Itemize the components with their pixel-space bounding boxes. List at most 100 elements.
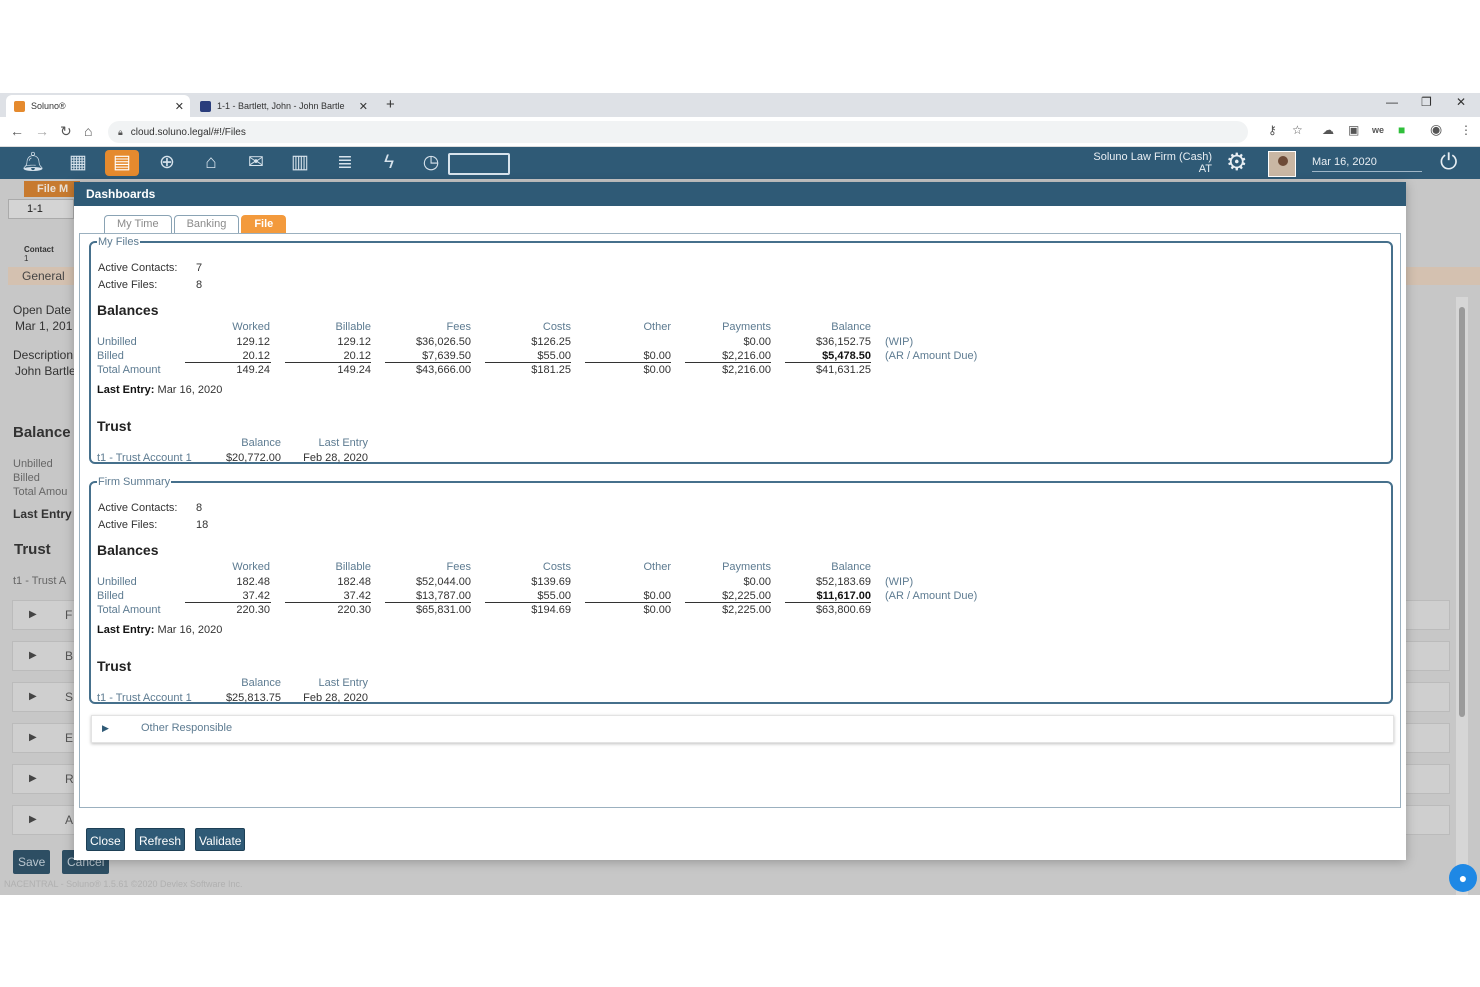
date-field[interactable]: Mar 16, 2020 xyxy=(1312,154,1422,172)
browser-tab-file[interactable]: 1-1 - Bartlett, John - John Bartle ✕ xyxy=(192,95,374,117)
green-extension-icon[interactable]: ■ xyxy=(1398,123,1405,137)
dashboard-icon[interactable]: ▦ xyxy=(65,150,91,176)
balances-heading: Balance xyxy=(13,424,71,441)
cell: 20.12 xyxy=(343,350,371,362)
url-field[interactable]: 🔒︎ cloud.soluno.legal/#!/Files xyxy=(108,121,1248,143)
total-underline xyxy=(785,362,871,363)
col-balance: Balance xyxy=(831,321,871,333)
bookmark-star-icon[interactable]: ☆ xyxy=(1292,123,1303,137)
screen: Soluno® ✕ 1-1 - Bartlett, John - John Ba… xyxy=(0,93,1480,895)
forward-icon[interactable]: → xyxy=(35,123,49,139)
dashboard-panel: My Files Active Contacts: 7 Active Files:… xyxy=(79,233,1401,808)
tab-file[interactable]: File xyxy=(241,215,287,233)
cell: $0.00 xyxy=(643,590,671,602)
scrollbar-thumb[interactable] xyxy=(1459,307,1465,717)
cell-ar-due: $5,478.50 xyxy=(822,350,871,362)
validate-button[interactable]: Validate xyxy=(195,828,246,851)
expand-icon: ▶ xyxy=(29,814,37,825)
cell: $0.00 xyxy=(743,336,771,348)
url-text: cloud.soluno.legal/#!/Files xyxy=(130,126,246,138)
last-entry-label: Last Entry xyxy=(13,507,72,521)
cell: 149.24 xyxy=(337,364,371,376)
description-value: John Bartle xyxy=(15,364,76,378)
cell: $63,800.69 xyxy=(815,604,871,616)
cell: $0.00 xyxy=(743,576,771,588)
accordion-label: S xyxy=(65,690,74,704)
total-underline xyxy=(685,602,771,603)
timer-icon[interactable]: ◷ xyxy=(418,150,444,176)
cell: $43,666.00 xyxy=(415,364,471,376)
mail-icon[interactable]: ✉ xyxy=(243,150,269,176)
avatar[interactable] xyxy=(1268,151,1296,177)
expand-icon: ▶ xyxy=(29,650,37,661)
browser-tab-title: Soluno® xyxy=(31,101,66,111)
expand-icon: ▶ xyxy=(29,732,37,743)
expand-icon: ▶ xyxy=(29,609,37,620)
other-responsible-accordion[interactable]: ▶ Other Responsible xyxy=(91,715,1394,743)
firm-name[interactable]: Soluno Law Firm (Cash) AT xyxy=(1060,151,1212,175)
cell: $2,216.00 xyxy=(722,350,771,362)
trust-col-balance: Balance xyxy=(241,677,281,689)
browser-tab-soluno[interactable]: Soluno® ✕ xyxy=(6,95,190,117)
key-icon[interactable]: ⚷ xyxy=(1268,123,1277,137)
trust-last-entry: Feb 28, 2020 xyxy=(303,692,368,704)
extension-icon[interactable]: ▣ xyxy=(1348,123,1359,137)
firm-name-text: Soluno Law Firm (Cash) xyxy=(1093,151,1212,163)
col-worked: Worked xyxy=(232,321,270,333)
restore-icon[interactable]: ❐ xyxy=(1421,95,1432,109)
total-amount-label: Total Amou xyxy=(13,486,68,498)
new-tab-icon[interactable]: + xyxy=(386,96,395,113)
save-button[interactable]: Save xyxy=(13,850,51,874)
add-icon[interactable]: ⊕ xyxy=(154,150,180,176)
profile-icon[interactable]: ◉ xyxy=(1430,121,1442,138)
col-billable: Billable xyxy=(335,561,371,573)
last-entry-value: Mar 16, 2020 xyxy=(157,624,223,636)
timer-display[interactable] xyxy=(448,153,510,175)
address-bar: ← → ↻ ⌂ 🔒︎ cloud.soluno.legal/#!/Files ⚷… xyxy=(0,117,1480,147)
cell: $52,044.00 xyxy=(415,576,471,588)
user-initials: AT xyxy=(1198,163,1212,175)
file-favicon-icon xyxy=(200,100,211,112)
open-date-label: Open Date xyxy=(13,303,72,317)
cloud-extension-icon[interactable]: ☁ xyxy=(1322,123,1334,137)
refresh-button[interactable]: Refresh xyxy=(135,828,186,851)
cell: $139.69 xyxy=(531,576,571,588)
quick-action-icon[interactable]: ϟ xyxy=(376,150,402,176)
reload-icon[interactable]: ↻ xyxy=(60,123,72,140)
bank-icon[interactable]: ⌂ xyxy=(198,150,224,176)
home-icon[interactable]: ⌂ xyxy=(84,123,92,139)
total-underline xyxy=(585,362,671,363)
close-tab-icon[interactable]: ✕ xyxy=(359,100,368,113)
active-files: Active Files: 8 xyxy=(98,279,202,291)
chat-icon[interactable]: ● xyxy=(1449,864,1477,892)
close-window-icon[interactable]: ✕ xyxy=(1456,95,1466,109)
extension-we-icon[interactable]: we xyxy=(1372,125,1384,135)
close-button[interactable]: Close xyxy=(86,828,125,851)
minimize-icon[interactable]: — xyxy=(1386,95,1398,109)
close-tab-icon[interactable]: ✕ xyxy=(175,100,184,113)
file-number-field[interactable]: 1-1 xyxy=(8,199,74,219)
tab-my-time[interactable]: My Time xyxy=(104,215,172,233)
col-other: Other xyxy=(643,561,671,573)
gear-icon[interactable]: ⚙ xyxy=(1226,148,1248,177)
cell: 20.12 xyxy=(242,350,270,362)
last-entry-value: Mar 16, 2020 xyxy=(157,384,223,396)
power-icon[interactable]: ⏻ xyxy=(1440,149,1457,175)
tab-banking[interactable]: Banking xyxy=(173,215,240,233)
active-contacts-value: 7 xyxy=(196,262,203,274)
file-tab[interactable]: File M xyxy=(24,181,80,197)
page-scrollbar[interactable] xyxy=(1456,297,1468,895)
cell: $2,225.00 xyxy=(722,590,771,602)
menu-dots-icon[interactable]: ⋮ xyxy=(1460,123,1472,137)
documents-icon[interactable]: ▥ xyxy=(287,150,313,176)
trust-heading: Trust xyxy=(97,658,132,674)
files-folder-icon[interactable]: ▤ xyxy=(105,150,139,176)
total-underline xyxy=(785,602,871,603)
back-icon[interactable]: ← xyxy=(10,123,24,139)
accordion-label: E xyxy=(65,731,74,745)
general-tab[interactable]: General xyxy=(22,269,65,283)
accordion-label: A xyxy=(65,813,74,827)
bell-icon[interactable]: 🔔︎ xyxy=(20,150,46,176)
cell: 182.48 xyxy=(236,576,270,588)
billing-icon[interactable]: ≣ xyxy=(332,150,358,176)
